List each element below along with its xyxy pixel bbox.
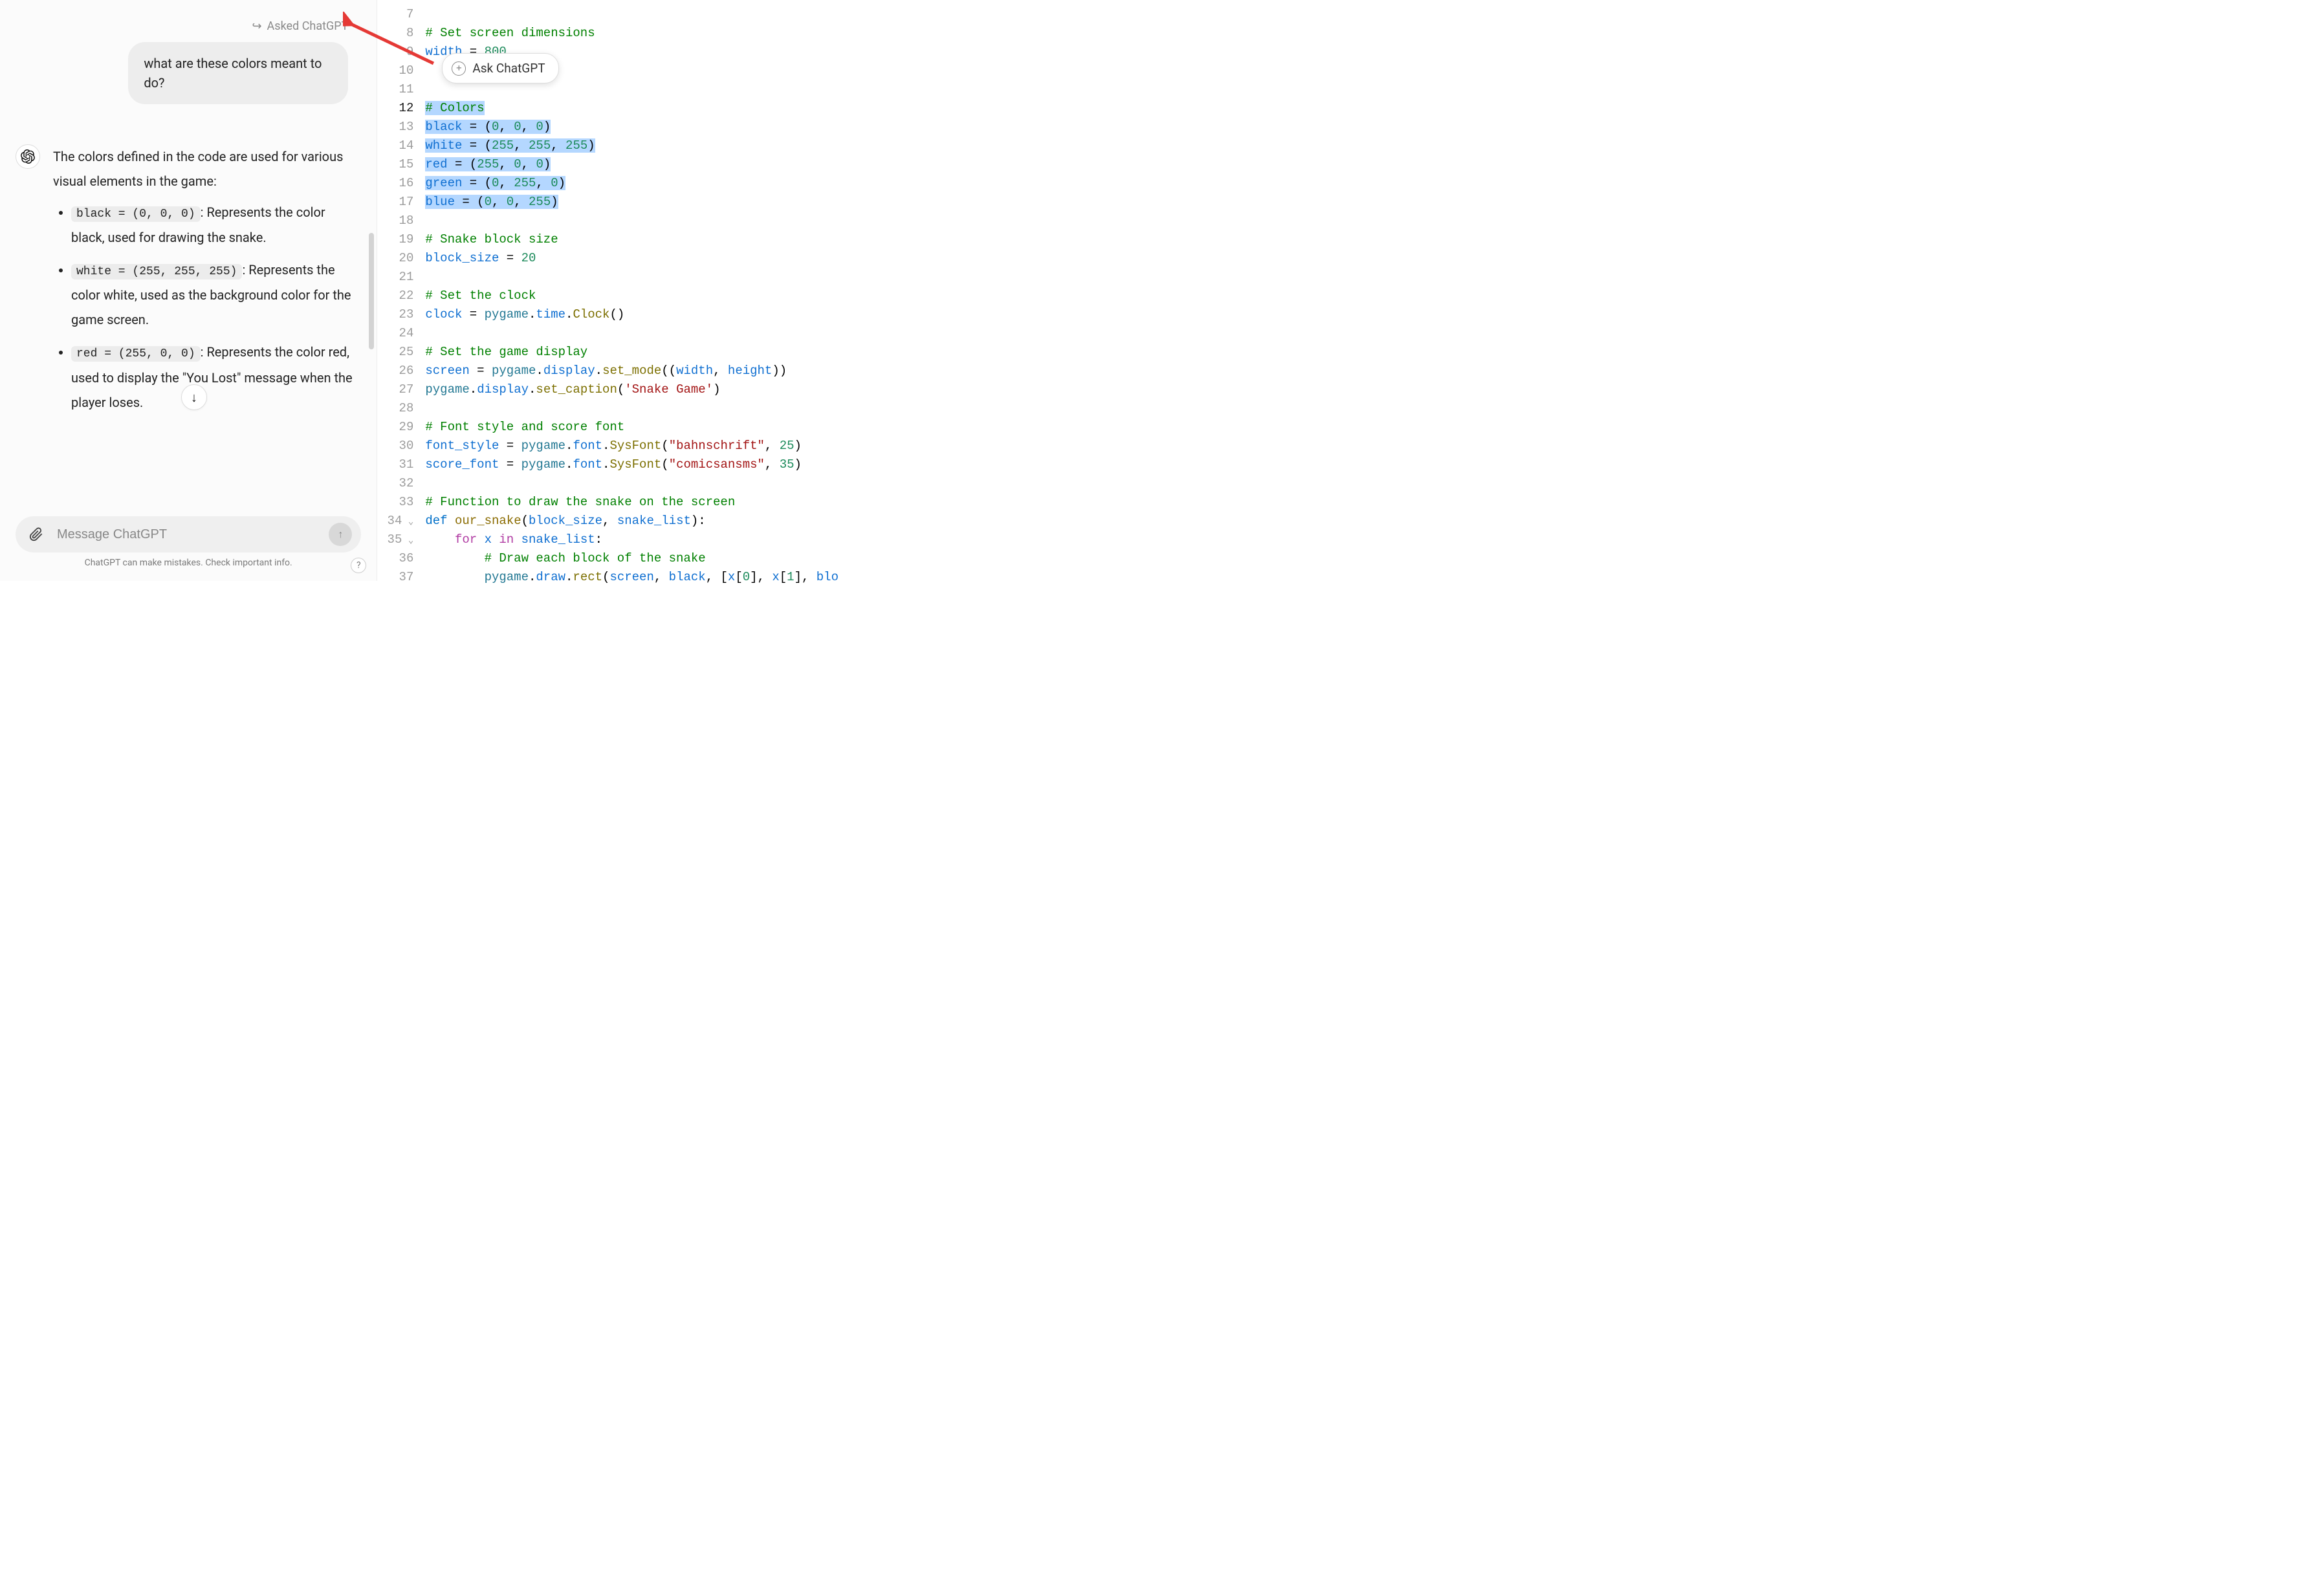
line-number[interactable]: 22 [377, 287, 413, 305]
fold-chevron-icon[interactable]: ⌄ [406, 532, 413, 551]
line-number[interactable]: 7 [377, 5, 413, 24]
line-number[interactable]: 21 [377, 268, 413, 287]
code-line[interactable]: screen = pygame.display.set_mode((width,… [425, 362, 839, 380]
line-number[interactable]: 37 [377, 568, 413, 587]
line-number[interactable]: 33 [377, 493, 413, 512]
code-content[interactable]: # Set screen dimensionswidth = 800# Colo… [425, 0, 839, 581]
line-number[interactable]: 34⌄ [377, 512, 413, 530]
line-number[interactable]: 24 [377, 324, 413, 343]
scrollbar-thumb[interactable] [369, 233, 374, 349]
line-number[interactable]: 12 [377, 99, 413, 118]
paperclip-icon [29, 527, 43, 541]
arrow-up-icon: ↑ [338, 528, 343, 541]
line-number[interactable]: 23 [377, 305, 413, 324]
arrow-down-icon: ↓ [191, 389, 197, 406]
line-number[interactable]: 14 [377, 137, 413, 155]
code-line[interactable]: # Function to draw the snake on the scre… [425, 493, 839, 512]
line-number[interactable]: 11 [377, 80, 413, 99]
line-number[interactable]: 16 [377, 174, 413, 193]
assistant-bullet-list: black = (0, 0, 0): Represents the color … [53, 200, 355, 415]
code-snippet: black = (0, 0, 0) [71, 206, 201, 222]
line-number[interactable]: 29 [377, 418, 413, 437]
ask-chatgpt-popover[interactable]: + Ask ChatGPT [442, 53, 558, 83]
code-line[interactable]: clock = pygame.time.Clock() [425, 305, 839, 324]
user-message-bubble: what are these colors meant to do? [128, 42, 348, 104]
asked-context-row: ↪ Asked ChatGPT [16, 19, 361, 33]
line-number[interactable]: 20 [377, 249, 413, 268]
code-line[interactable]: # Draw each block of the snake [425, 549, 839, 568]
code-line[interactable]: def our_snake(block_size, snake_list): [425, 512, 839, 530]
line-number[interactable]: 26 [377, 362, 413, 380]
scroll-to-bottom-button[interactable]: ↓ [181, 384, 207, 410]
code-line[interactable]: # Set screen dimensions [425, 24, 839, 43]
code-line[interactable] [425, 268, 839, 287]
line-number[interactable]: 17 [377, 193, 413, 212]
fold-chevron-icon[interactable]: ⌄ [406, 513, 413, 532]
reply-arrow-icon: ↪ [252, 19, 261, 33]
code-line[interactable] [425, 399, 839, 418]
line-number[interactable]: 18 [377, 212, 413, 230]
list-item: black = (0, 0, 0): Represents the color … [71, 200, 355, 250]
user-message-text: what are these colors meant to do? [144, 56, 322, 91]
code-line[interactable] [425, 474, 839, 493]
composer-input[interactable] [57, 527, 320, 542]
line-number[interactable]: 32 [377, 474, 413, 493]
line-number[interactable]: 9 [377, 43, 413, 61]
code-line[interactable]: block_size = 20 [425, 249, 839, 268]
attach-button[interactable] [25, 523, 48, 546]
line-number[interactable]: 31 [377, 455, 413, 474]
assistant-avatar [16, 144, 40, 169]
chat-scroll-area[interactable]: ↪ Asked ChatGPT what are these colors me… [0, 0, 377, 507]
composer: ↑ [16, 516, 361, 552]
code-line[interactable]: # Set the game display [425, 343, 839, 362]
list-item: white = (255, 255, 255): Represents the … [71, 257, 355, 332]
openai-logo-icon [21, 149, 35, 164]
line-number-gutter[interactable]: 7891011121314151617181920212223242526272… [377, 0, 425, 581]
line-number[interactable]: 28 [377, 399, 413, 418]
line-number[interactable]: 36 [377, 549, 413, 568]
ask-chatgpt-label: Ask ChatGPT [472, 59, 545, 78]
assistant-message: The colors defined in the code are used … [16, 144, 361, 422]
code-line[interactable]: pygame.display.set_caption('Snake Game') [425, 380, 839, 399]
chat-panel: ↪ Asked ChatGPT what are these colors me… [0, 0, 377, 581]
composer-area: ↑ ChatGPT can make mistakes. Check impor… [0, 507, 377, 581]
line-number[interactable]: 27 [377, 380, 413, 399]
code-line[interactable]: white = (255, 255, 255) [425, 137, 839, 155]
line-number[interactable]: 19 [377, 230, 413, 249]
code-line[interactable]: score_font = pygame.font.SysFont("comics… [425, 455, 839, 474]
code-line[interactable]: for x in snake_list: [425, 530, 839, 549]
send-button[interactable]: ↑ [329, 523, 352, 546]
code-snippet: red = (255, 0, 0) [71, 346, 201, 362]
assistant-body: The colors defined in the code are used … [53, 144, 355, 422]
code-line[interactable]: black = (0, 0, 0) [425, 118, 839, 137]
assistant-intro: The colors defined in the code are used … [53, 144, 355, 193]
asked-context-label: Asked ChatGPT [267, 19, 349, 33]
line-number[interactable]: 8 [377, 24, 413, 43]
code-line[interactable]: # Set the clock [425, 287, 839, 305]
code-snippet: white = (255, 255, 255) [71, 264, 242, 279]
list-item: red = (255, 0, 0): Represents the color … [71, 340, 355, 414]
line-number[interactable]: 35⌄ [377, 530, 413, 549]
code-line[interactable]: pygame.draw.rect(screen, black, [x[0], x… [425, 568, 839, 587]
code-line[interactable]: # Font style and score font [425, 418, 839, 437]
code-line[interactable]: blue = (0, 0, 255) [425, 193, 839, 212]
line-number[interactable]: 30 [377, 437, 413, 455]
line-number[interactable]: 13 [377, 118, 413, 137]
code-line[interactable]: green = (0, 255, 0) [425, 174, 839, 193]
line-number[interactable]: 25 [377, 343, 413, 362]
code-line[interactable] [425, 5, 839, 24]
code-line[interactable]: # Snake block size [425, 230, 839, 249]
code-line[interactable]: # Colors [425, 99, 839, 118]
code-line[interactable] [425, 324, 839, 343]
disclaimer-text: ChatGPT can make mistakes. Check importa… [16, 552, 361, 576]
plus-circle-icon: + [452, 61, 466, 76]
code-line[interactable]: red = (255, 0, 0) [425, 155, 839, 174]
code-line[interactable]: font_style = pygame.font.SysFont("bahnsc… [425, 437, 839, 455]
line-number[interactable]: 10 [377, 61, 413, 80]
code-line[interactable] [425, 212, 839, 230]
code-editor[interactable]: + Ask ChatGPT 78910111213141516171819202… [377, 0, 839, 581]
line-number[interactable]: 15 [377, 155, 413, 174]
